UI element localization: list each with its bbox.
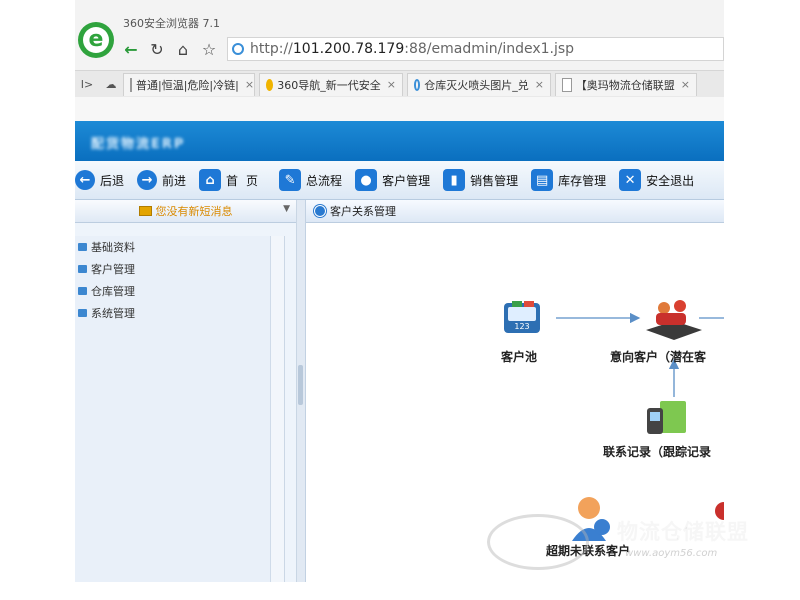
toolbar-process-button[interactable]: ✎ 总流程	[279, 169, 342, 191]
toolbar-label: 首页	[226, 173, 267, 188]
toolbar-back-button[interactable]: ← 后退	[75, 170, 124, 190]
browser-tabbar: I> ☁ 普通|恒温|危险|冷链| × 360导航_新一代安全 × 仓库灭火喷头…	[75, 70, 724, 98]
home-icon[interactable]: ⌂	[171, 37, 195, 61]
toolbar-customers-button[interactable]: ● 客户管理	[355, 169, 430, 191]
refresh-icon[interactable]: ↻	[145, 37, 169, 61]
close-icon[interactable]: ×	[681, 78, 690, 91]
back-icon[interactable]: ←	[119, 37, 143, 61]
tab-scroll-left[interactable]: I>	[75, 78, 99, 91]
toolbar-label: 前进	[162, 173, 187, 188]
message-bar[interactable]: 您没有新短消息 ▼	[75, 200, 296, 223]
node-label-intent: 意向客户（潜在客	[610, 350, 707, 364]
partial-node-icon	[715, 502, 724, 520]
favorite-star-icon[interactable]: ☆	[197, 37, 221, 61]
folder-icon	[78, 309, 87, 317]
folder-icon	[78, 287, 87, 295]
url-host: 101.200.78.179	[292, 41, 405, 57]
360-nav-icon	[266, 78, 274, 91]
nav-tree: 基础资料 客户管理 仓库管理 系统管理	[75, 236, 271, 582]
back-arrow-icon: ←	[75, 170, 95, 190]
browser-tab[interactable]: 360导航_新一代安全 ×	[259, 72, 403, 96]
tree-item-label: 系统管理	[91, 307, 135, 320]
clipboard-icon: ▤	[531, 169, 554, 191]
page-icon	[562, 77, 572, 92]
customers-icon: ●	[355, 169, 378, 191]
browser-tab[interactable]: 仓库灭火喷头图片_兑 ×	[407, 72, 551, 96]
node-label-pool: 客户池	[501, 350, 538, 364]
toolbar-sales-button[interactable]: ▮ 销售管理	[443, 169, 518, 191]
chevron-down-icon[interactable]: ▼	[283, 204, 290, 214]
toolbar-label: 销售管理	[470, 173, 519, 188]
screenshot-frame: e 360安全浏览器 7.1 ← ↻ ⌂ ☆ http:// 101.200.7…	[75, 0, 724, 582]
toolbar-inventory-button[interactable]: ▤ 库存管理	[531, 169, 606, 191]
exit-x-icon: ✕	[619, 169, 642, 191]
close-icon[interactable]: ×	[387, 78, 396, 91]
tab-label: 360导航_新一代安全	[277, 78, 381, 92]
node-label-overdue: 超期未联系客户	[546, 544, 631, 558]
page-icon	[130, 77, 132, 92]
address-bar[interactable]: http:// 101.200.78.179 :88/emadmin/index…	[227, 37, 724, 61]
tree-item-system[interactable]: 系统管理	[75, 302, 270, 324]
forward-arrow-icon: →	[137, 170, 158, 190]
globe-icon	[232, 43, 244, 55]
toolbar-label: 客户管理	[382, 173, 431, 188]
toolbar-home-button[interactable]: ⌂ 首页	[199, 169, 266, 191]
tab-label: 普通|恒温|危险|冷链|	[136, 78, 239, 92]
browser-tab[interactable]: 【奥玛物流仓储联盟 ×	[555, 72, 697, 96]
folder-icon	[78, 243, 87, 251]
url-path: :88/emadmin/index1.jsp	[404, 41, 575, 57]
mail-icon	[138, 206, 152, 216]
tab-label: 【奥玛物流仓储联盟	[575, 78, 675, 92]
browser-titlebar: e 360安全浏览器 7.1 ← ↻ ⌂ ☆ http:// 101.200.7…	[75, 0, 724, 70]
toolbar-label: 总流程	[306, 173, 343, 188]
close-icon[interactable]: ×	[245, 78, 254, 91]
browser-navbar: ← ↻ ⌂ ☆ http:// 101.200.78.179 :88/emadm…	[119, 36, 724, 62]
main-header: 客户关系管理	[306, 200, 724, 223]
cloud-icon[interactable]: ☁	[99, 78, 123, 91]
folder-icon	[78, 265, 87, 273]
tree-scrollbar[interactable]	[271, 236, 285, 582]
app-banner: 配货物流ERP	[75, 121, 724, 161]
toolbar-logout-button[interactable]: ✕ 安全退出	[619, 169, 694, 191]
bookmark-strip	[75, 97, 724, 121]
tree-item-label: 基础资料	[91, 241, 135, 254]
flow-diagram: 123	[504, 300, 724, 541]
app-name: 配货物流ERP	[91, 137, 186, 152]
splitter-grip[interactable]	[298, 365, 303, 405]
home-icon: ⌂	[199, 169, 222, 191]
intent-customer-icon[interactable]	[646, 300, 702, 340]
tree-item-warehouse[interactable]: 仓库管理	[75, 280, 270, 302]
tab-label: 仓库灭火喷头图片_兑	[424, 78, 529, 92]
customer-pool-icon[interactable]: 123	[504, 301, 540, 333]
toolbar-label: 库存管理	[558, 173, 607, 188]
tree-item-customers[interactable]: 客户管理	[75, 258, 270, 280]
header-dot-icon	[314, 205, 326, 217]
contact-record-icon[interactable]	[647, 401, 686, 434]
left-panel: 您没有新短消息 ▼ 基础资料 客户管理 仓库管理 系统管理	[75, 200, 296, 582]
wrench-icon: ✎	[279, 169, 302, 191]
chart-icon: ▮	[443, 169, 466, 191]
close-icon[interactable]: ×	[535, 78, 544, 91]
browser-tab[interactable]: 普通|恒温|危险|冷链| ×	[123, 72, 255, 96]
toolbar-label: 安全退出	[646, 173, 695, 188]
search-icon	[414, 78, 421, 91]
svg-text:123: 123	[514, 322, 529, 331]
toolbar-label: 后退	[100, 173, 125, 188]
overdue-customer-icon[interactable]	[572, 497, 610, 541]
main-content: 客户关系管理 123 客户池 意向客户（潜在客 联系记录（跟踪记录 超期未联系客…	[305, 200, 724, 582]
tree-item-basic-data[interactable]: 基础资料	[75, 236, 270, 258]
app-toolbar: ← 后退 → 前进 ⌂ 首页 ✎ 总流程 ● 客户管理 ▮ 销售管理 ▤ 库存管…	[75, 161, 724, 200]
node-label-contact: 联系记录（跟踪记录	[603, 445, 712, 459]
main-title: 客户关系管理	[330, 205, 396, 218]
toolbar-forward-button[interactable]: → 前进	[137, 170, 186, 190]
browser-logo-icon: e	[78, 22, 114, 58]
url-scheme: http://	[250, 41, 293, 57]
browser-title: 360安全浏览器 7.1	[123, 17, 220, 30]
tree-item-label: 仓库管理	[91, 285, 135, 298]
message-text: 您没有新短消息	[155, 205, 233, 218]
tree-item-label: 客户管理	[91, 263, 135, 276]
